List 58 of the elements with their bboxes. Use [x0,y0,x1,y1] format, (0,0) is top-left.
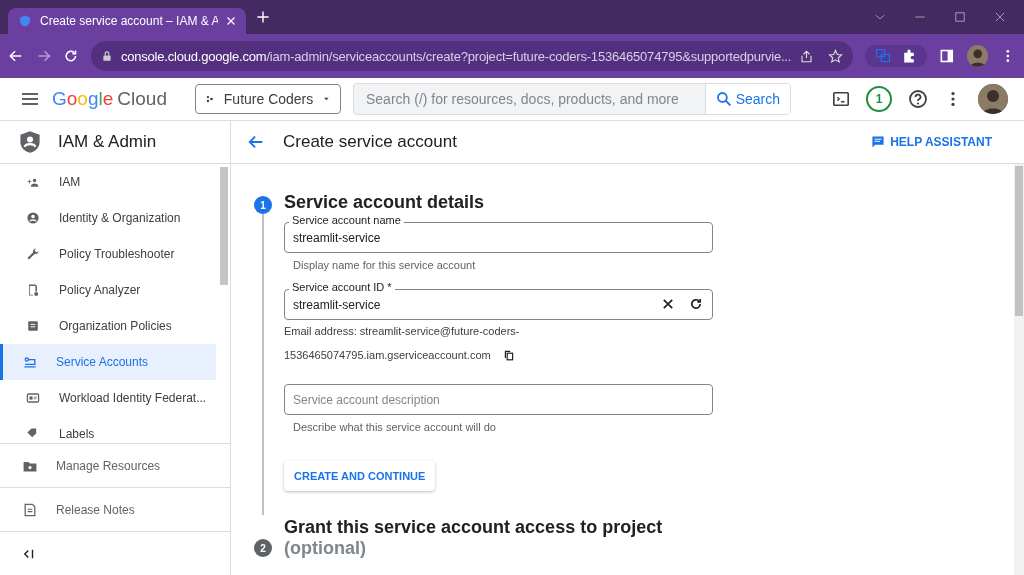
help-assistant-button[interactable]: HELP ASSISTANT [865,134,998,150]
help-icon[interactable] [908,89,928,109]
sidebar-footer-item[interactable]: Release Notes [0,488,230,533]
plus-icon[interactable] [256,10,270,24]
lock-icon [100,50,113,62]
back-icon[interactable] [8,48,24,64]
star-icon[interactable] [828,48,844,64]
step-title: Service account details [284,192,485,213]
back-icon[interactable] [247,133,265,151]
close-icon[interactable] [994,11,1006,23]
shield-icon [18,14,32,28]
optional-label: (optional) [284,538,367,559]
scrollbar-thumb[interactable] [1015,166,1023,316]
refresh-icon[interactable] [689,297,703,311]
create-and-continue-button[interactable]: CREATE AND CONTINUE [284,461,436,491]
step-number: 2 [254,539,272,557]
sidebar-item[interactable]: Labels [0,415,216,444]
shield-person-icon [18,129,42,154]
sidebar-item[interactable]: Identity & Organization [0,199,216,236]
share-icon[interactable] [799,48,815,64]
project-picker[interactable]: Future Coders [195,84,341,114]
step-title: Grant this service account access to project [284,517,663,538]
scrollbar-thumb[interactable] [220,166,228,285]
sidebar-item[interactable]: Policy Analyzer [0,271,216,308]
sidebar-item[interactable]: IAM [0,163,216,200]
search-button[interactable]: Search [704,84,790,114]
field-label: Service account ID * [289,281,395,294]
sidebar-item[interactable]: Service Accounts [0,343,216,380]
sidebar-title: IAM & Admin [58,131,157,152]
search-input[interactable]: Search (/) for resources, docs, products, and more [354,84,705,114]
sidebar-item[interactable]: Workload Identity Federat... [0,379,216,416]
field-hint: Describe what this service account will do [292,420,497,433]
search-field[interactable]: Search (/) for resources, docs, products, and more Search [353,83,791,115]
email-address: 1536465074795.iam.gserviceaccount.com [284,349,491,361]
chat-icon [871,135,886,149]
reload-icon[interactable] [63,48,79,64]
notes-icon [22,501,38,518]
search-icon [715,91,732,107]
forward-icon[interactable] [35,48,52,64]
terminal-icon[interactable] [832,90,850,108]
field-hint: Display name for this service account [292,258,477,271]
sidebar-item[interactable]: Policy Troubleshooter [0,235,216,272]
email-address: Email address: streamlit-service@future-coders- [284,325,520,337]
notification-badge[interactable]: 1 [866,86,892,112]
description-field[interactable]: Service account description [284,384,713,415]
step-number: 1 [254,196,272,214]
avatar-icon[interactable] [978,84,1008,114]
maximize-icon[interactable] [954,11,966,23]
field-label: Service account name [289,214,404,227]
sidebar-icon[interactable] [939,48,955,64]
sidebar-item[interactable]: Organization Policies [0,307,216,344]
copy-icon[interactable] [502,349,515,361]
google-cloud-logo[interactable]: Google Cloud [52,88,167,110]
address-bar[interactable]: console.cloud.google.com/iam-admin/serviceaccounts/create?project=future-coders-1536465074795&supportedpurvie... [90,41,854,71]
clear-icon[interactable] [661,297,675,311]
sidebar-footer-item[interactable]: Manage Resources [0,444,230,489]
page-title: Create service account [283,132,457,152]
nav-icon [25,209,41,226]
